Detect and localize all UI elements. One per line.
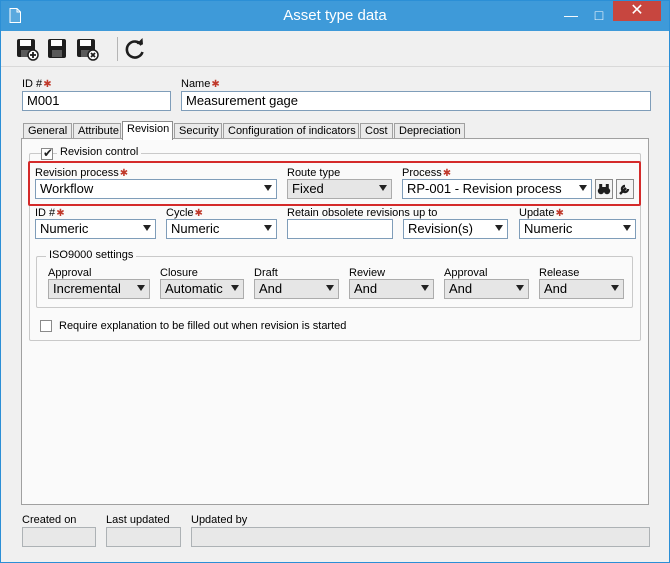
updated-by-field: [191, 527, 650, 547]
dropdown-arrow-icon: [264, 185, 272, 191]
last-updated-label: Last updated: [106, 514, 170, 526]
dropdown-arrow-icon: [231, 285, 239, 291]
dropdown-arrow-icon: [611, 285, 619, 291]
maximize-button[interactable]: □: [585, 4, 613, 26]
process-value: RP-001 - Revision process: [407, 181, 562, 196]
dropdown-arrow-icon: [623, 225, 631, 231]
iso-review-label: Review: [349, 267, 386, 279]
process-select[interactable]: RP-001 - Revision process: [402, 179, 592, 199]
wrench-icon: [619, 184, 630, 195]
tab-cost[interactable]: Cost: [360, 123, 393, 139]
save-new-icon[interactable]: [15, 37, 39, 61]
id-field[interactable]: M001: [22, 91, 171, 111]
asset-type-window: Asset type data — □ ✕ ID #✱ M001 Name✱ M…: [0, 0, 670, 563]
search-process-button[interactable]: [595, 179, 613, 199]
required-icon: ✱: [442, 168, 452, 179]
update-select[interactable]: Numeric: [519, 219, 636, 239]
refresh-icon[interactable]: [123, 37, 147, 61]
save-close-icon[interactable]: [75, 37, 99, 61]
iso-closure-select[interactable]: Automatic: [160, 279, 244, 299]
id-label: ID #✱: [22, 78, 52, 90]
created-on-field: [22, 527, 96, 547]
dropdown-arrow-icon: [326, 285, 334, 291]
updated-by-label: Updated by: [191, 514, 248, 526]
iso-release-value: And: [544, 281, 568, 296]
required-icon: ✱: [119, 168, 129, 179]
cycle-value: Numeric: [171, 221, 220, 236]
require-explanation-label: Require explanation to be filled out whe…: [59, 320, 347, 332]
dropdown-arrow-icon: [264, 225, 272, 231]
required-icon: ✱: [56, 208, 65, 219]
tab-general[interactable]: General: [23, 123, 72, 139]
retain-unit-select[interactable]: Revision(s): [403, 219, 508, 239]
iso-approval-2-label: Approval: [444, 267, 488, 279]
tab-attribute[interactable]: Attribute: [73, 123, 121, 139]
revision-id-select[interactable]: Numeric: [35, 219, 156, 239]
cycle-select[interactable]: Numeric: [166, 219, 277, 239]
iso-approval-value: Incremental: [53, 281, 121, 296]
name-label: Name✱: [181, 78, 220, 90]
iso-draft-select[interactable]: And: [254, 279, 339, 299]
retain-label: Retain obsolete revisions up to: [287, 207, 438, 219]
toolbar: [1, 31, 669, 67]
checkmark-icon: ✔: [43, 146, 54, 160]
binoculars-icon: [597, 184, 611, 195]
last-updated-field: [106, 527, 181, 547]
toolbar-separator: [117, 37, 118, 61]
minimize-button[interactable]: —: [557, 4, 585, 26]
iso9000-label: ISO9000 settings: [46, 249, 137, 261]
dropdown-arrow-icon: [143, 225, 151, 231]
iso-release-select[interactable]: And: [539, 279, 624, 299]
tab-revision[interactable]: Revision: [122, 121, 173, 140]
revision-process-select[interactable]: Workflow: [35, 179, 277, 199]
revision-process-value: Workflow: [40, 181, 94, 196]
iso-approval-2-value: And: [449, 281, 473, 296]
dropdown-arrow-icon: [137, 285, 145, 291]
require-explanation-checkbox[interactable]: [40, 320, 52, 332]
revision-id-value: Numeric: [40, 221, 89, 236]
revision-process-label: Revision process✱: [35, 167, 129, 179]
name-field[interactable]: Measurement gage: [181, 91, 651, 111]
route-type-value: Fixed: [292, 181, 324, 196]
dropdown-arrow-icon: [421, 285, 429, 291]
tab-security[interactable]: Security: [174, 123, 222, 139]
iso-release-label: Release: [539, 267, 580, 279]
iso-approval-2-select[interactable]: And: [444, 279, 529, 299]
route-type-select[interactable]: Fixed: [287, 179, 392, 199]
iso-approval-select[interactable]: Incremental: [48, 279, 150, 299]
route-type-label: Route type: [287, 167, 341, 179]
iso-draft-label: Draft: [254, 267, 278, 279]
required-icon: ✱: [555, 208, 564, 219]
revision-control-label: Revision control: [57, 146, 142, 158]
iso-review-select[interactable]: And: [349, 279, 434, 299]
iso-closure-value: Automatic: [165, 281, 223, 296]
required-icon: ✱: [194, 208, 203, 219]
close-button[interactable]: ✕: [613, 1, 661, 21]
edit-process-button[interactable]: [616, 179, 634, 199]
update-value: Numeric: [524, 221, 573, 236]
iso-review-value: And: [354, 281, 378, 296]
iso-closure-label: Closure: [160, 267, 198, 279]
retain-field[interactable]: [287, 219, 393, 239]
update-label: Update✱: [519, 207, 564, 219]
revision-id-label: ID #✱: [35, 207, 65, 219]
dropdown-arrow-icon: [495, 225, 503, 231]
process-label: Process✱: [402, 167, 452, 179]
revision-control-checkbox[interactable]: ✔: [41, 146, 54, 160]
save-icon[interactable]: [45, 37, 69, 61]
title-bar: Asset type data — □ ✕: [1, 1, 669, 31]
required-icon: ✱: [211, 79, 220, 90]
iso-approval-label: Approval: [48, 267, 92, 279]
tab-configuration-of-indicators[interactable]: Configuration of indicators: [223, 123, 359, 139]
dropdown-arrow-icon: [379, 185, 387, 191]
tab-depreciation[interactable]: Depreciation: [394, 123, 465, 139]
cycle-label: Cycle✱: [166, 207, 203, 219]
retain-unit-value: Revision(s): [408, 221, 474, 236]
created-on-label: Created on: [22, 514, 77, 526]
iso-draft-value: And: [259, 281, 283, 296]
required-icon: ✱: [43, 79, 52, 90]
dropdown-arrow-icon: [516, 285, 524, 291]
dropdown-arrow-icon: [579, 185, 587, 191]
